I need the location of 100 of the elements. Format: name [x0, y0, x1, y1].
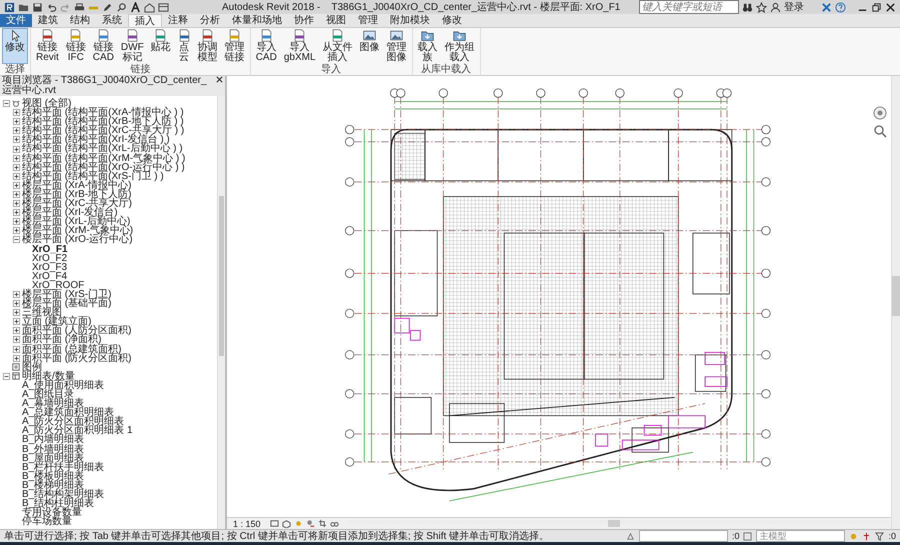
tree-item[interactable]: A_幕墙明细表: [22, 399, 84, 408]
expand-toggle-icon[interactable]: [13, 109, 20, 116]
tree-item[interactable]: 楼层平面 (XrM-气象中心): [22, 226, 134, 236]
ribbon-tab[interactable]: 结构: [64, 14, 96, 27]
expand-toggle-icon[interactable]: [13, 146, 20, 153]
tree-item[interactable]: 结构平面 (结构平面(XrS-门卫 ) ): [22, 172, 164, 181]
detail-level-icon[interactable]: [270, 519, 279, 528]
tree-item[interactable]: B_结构构架明细表: [22, 490, 104, 500]
expand-toggle-icon[interactable]: [13, 172, 20, 180]
search-field[interactable]: 键入关键字或短语: [639, 0, 739, 14]
tree-item[interactable]: 面积平面 (人防分区面积): [22, 326, 132, 336]
glasses-icon[interactable]: [330, 519, 339, 528]
navigation-wheel-icon[interactable]: [873, 106, 887, 120]
tree-item[interactable]: XrO_ROOF: [32, 280, 84, 290]
ribbon-tab[interactable]: 管理: [352, 14, 384, 27]
expand-toggle-icon[interactable]: [13, 354, 20, 362]
close-icon[interactable]: [885, 2, 896, 12]
tree-item[interactable]: 面积平面 (总建筑面积): [22, 344, 122, 354]
ribbon-tab[interactable]: 插入: [128, 14, 162, 27]
house-icon[interactable]: [144, 2, 155, 12]
sign-in-link[interactable]: 登录: [784, 0, 804, 14]
app-logo-icon[interactable]: [4, 2, 15, 12]
ribbon-button[interactable]: 协调 模型: [194, 28, 221, 64]
ribbon-tab[interactable]: 附加模块: [384, 14, 436, 27]
tree-item[interactable]: 明细表/数量: [22, 372, 75, 381]
expand-toggle-icon[interactable]: [13, 164, 20, 171]
tree-item[interactable]: A_使用面积明细表: [22, 380, 104, 390]
ribbon-button[interactable]: 修改: [2, 28, 28, 64]
star-icon[interactable]: [756, 2, 767, 12]
tree-item[interactable]: 结构平面 (结构平面(XrM-气象中心 ) ): [22, 154, 186, 163]
tree-item[interactable]: 结构平面 (结构平面(XrO-运行中心 ) ): [22, 162, 185, 172]
expand-toggle-icon[interactable]: [13, 300, 20, 308]
expand-toggle-icon[interactable]: [13, 154, 20, 162]
ribbon-button[interactable]: 导入 CAD: [252, 28, 280, 64]
workset-icon[interactable]: [626, 532, 635, 540]
visual-style-icon[interactable]: [282, 519, 291, 528]
shadows-icon[interactable]: [306, 519, 315, 528]
expand-toggle-icon[interactable]: [13, 190, 20, 198]
tree-item[interactable]: 图例: [22, 362, 42, 372]
ribbon-button[interactable]: 贴花: [148, 28, 174, 64]
ribbon-tab[interactable]: 建筑: [32, 14, 64, 27]
tree-item[interactable]: B_楼梯明细表: [22, 480, 84, 490]
expand-toggle-icon[interactable]: [13, 309, 20, 316]
expand-toggle-icon[interactable]: [13, 218, 20, 226]
expand-toggle-icon[interactable]: [13, 200, 20, 208]
ribbon-tab[interactable]: 分析: [194, 14, 226, 27]
tree-item[interactable]: B_楼板明细表: [22, 472, 84, 481]
tree-item[interactable]: 楼层平面 (XrS-门卫): [22, 290, 112, 300]
ribbon-tab[interactable]: 修改: [436, 14, 468, 27]
tree-item[interactable]: 停车场数量: [22, 517, 72, 526]
tree-item[interactable]: 结构平面 (结构平面(XrB-地下人防 ) ): [22, 117, 184, 126]
tree-item[interactable]: 楼层平面 (XrB-地下人防): [22, 190, 132, 200]
expand-toggle-icon[interactable]: [13, 136, 20, 144]
tree-item[interactable]: A_防火分区面积明细表: [22, 417, 124, 426]
tree-item[interactable]: XrO_F2: [32, 254, 68, 263]
expand-toggle-icon[interactable]: [13, 209, 20, 216]
file-menu-button[interactable]: 文件: [0, 14, 32, 27]
crop-icon[interactable]: [318, 519, 327, 528]
tree-item[interactable]: B_外墙明细表: [22, 444, 84, 454]
expand-toggle-icon[interactable]: [13, 227, 20, 234]
tree-item[interactable]: XrO_F1: [32, 244, 68, 254]
expand-toggle-icon[interactable]: [13, 182, 20, 189]
zoom-icon[interactable]: [873, 124, 887, 138]
ribbon-button[interactable]: 点 云: [174, 28, 194, 64]
scrollbar[interactable]: [217, 96, 225, 529]
expand-toggle-icon[interactable]: [3, 372, 10, 380]
tree-item[interactable]: 立面 (建筑立面): [22, 317, 92, 326]
tree-item[interactable]: B_屋面明细表: [22, 454, 84, 463]
binoculars-icon[interactable]: [742, 2, 753, 12]
ribbon-button[interactable]: 导入 gbXML: [280, 28, 319, 64]
filter-icon[interactable]: [875, 532, 884, 540]
close-icon[interactable]: [216, 76, 223, 83]
expand-toggle-icon[interactable]: [13, 336, 20, 344]
tree-item[interactable]: 楼层平面 (XrL-后勤中心): [22, 217, 130, 226]
tree-item[interactable]: 专用设备数量: [22, 508, 82, 518]
design-options-icon[interactable]: [743, 532, 752, 540]
expand-toggle-icon[interactable]: [13, 318, 20, 326]
text-icon[interactable]: [130, 2, 141, 12]
tree-item[interactable]: 结构平面 (结构平面(XrC-共享大厅 ) ): [22, 126, 184, 136]
ribbon-button[interactable]: 作为组 载入: [442, 28, 478, 64]
ribbon-button[interactable]: 图像: [356, 28, 383, 64]
expand-toggle-icon[interactable]: [13, 346, 20, 353]
ribbon-button[interactable]: 管理 链接: [222, 28, 248, 64]
view-scale[interactable]: 1 : 150: [233, 518, 261, 528]
ribbon-tab[interactable]: 系统: [96, 14, 128, 27]
tree-item[interactable]: 面积平面 (净面积): [22, 335, 102, 345]
expand-toggle-icon[interactable]: [13, 291, 20, 298]
expand-toggle-icon[interactable]: [13, 127, 20, 134]
ribbon-tab[interactable]: 视图: [320, 14, 352, 27]
tree-item[interactable]: A_防火分区面积明细表 1: [22, 426, 133, 436]
expand-toggle-icon[interactable]: [3, 100, 10, 108]
help-icon[interactable]: [835, 2, 846, 12]
ribbon-button[interactable]: 从文件 插入: [320, 28, 356, 64]
user-icon[interactable]: [770, 2, 781, 12]
tree-item[interactable]: 楼层平面 (XrC-共享大厅): [22, 199, 132, 208]
tree-item[interactable]: 楼层平面 (XrI-发信台): [22, 208, 118, 218]
ribbon-button[interactable]: 载入 族: [414, 28, 441, 64]
tree-item[interactable]: XrO_F4: [32, 272, 68, 281]
ribbon-button[interactable]: 链接 CAD: [90, 28, 117, 64]
ribbon-tab[interactable]: 注释: [162, 14, 194, 27]
